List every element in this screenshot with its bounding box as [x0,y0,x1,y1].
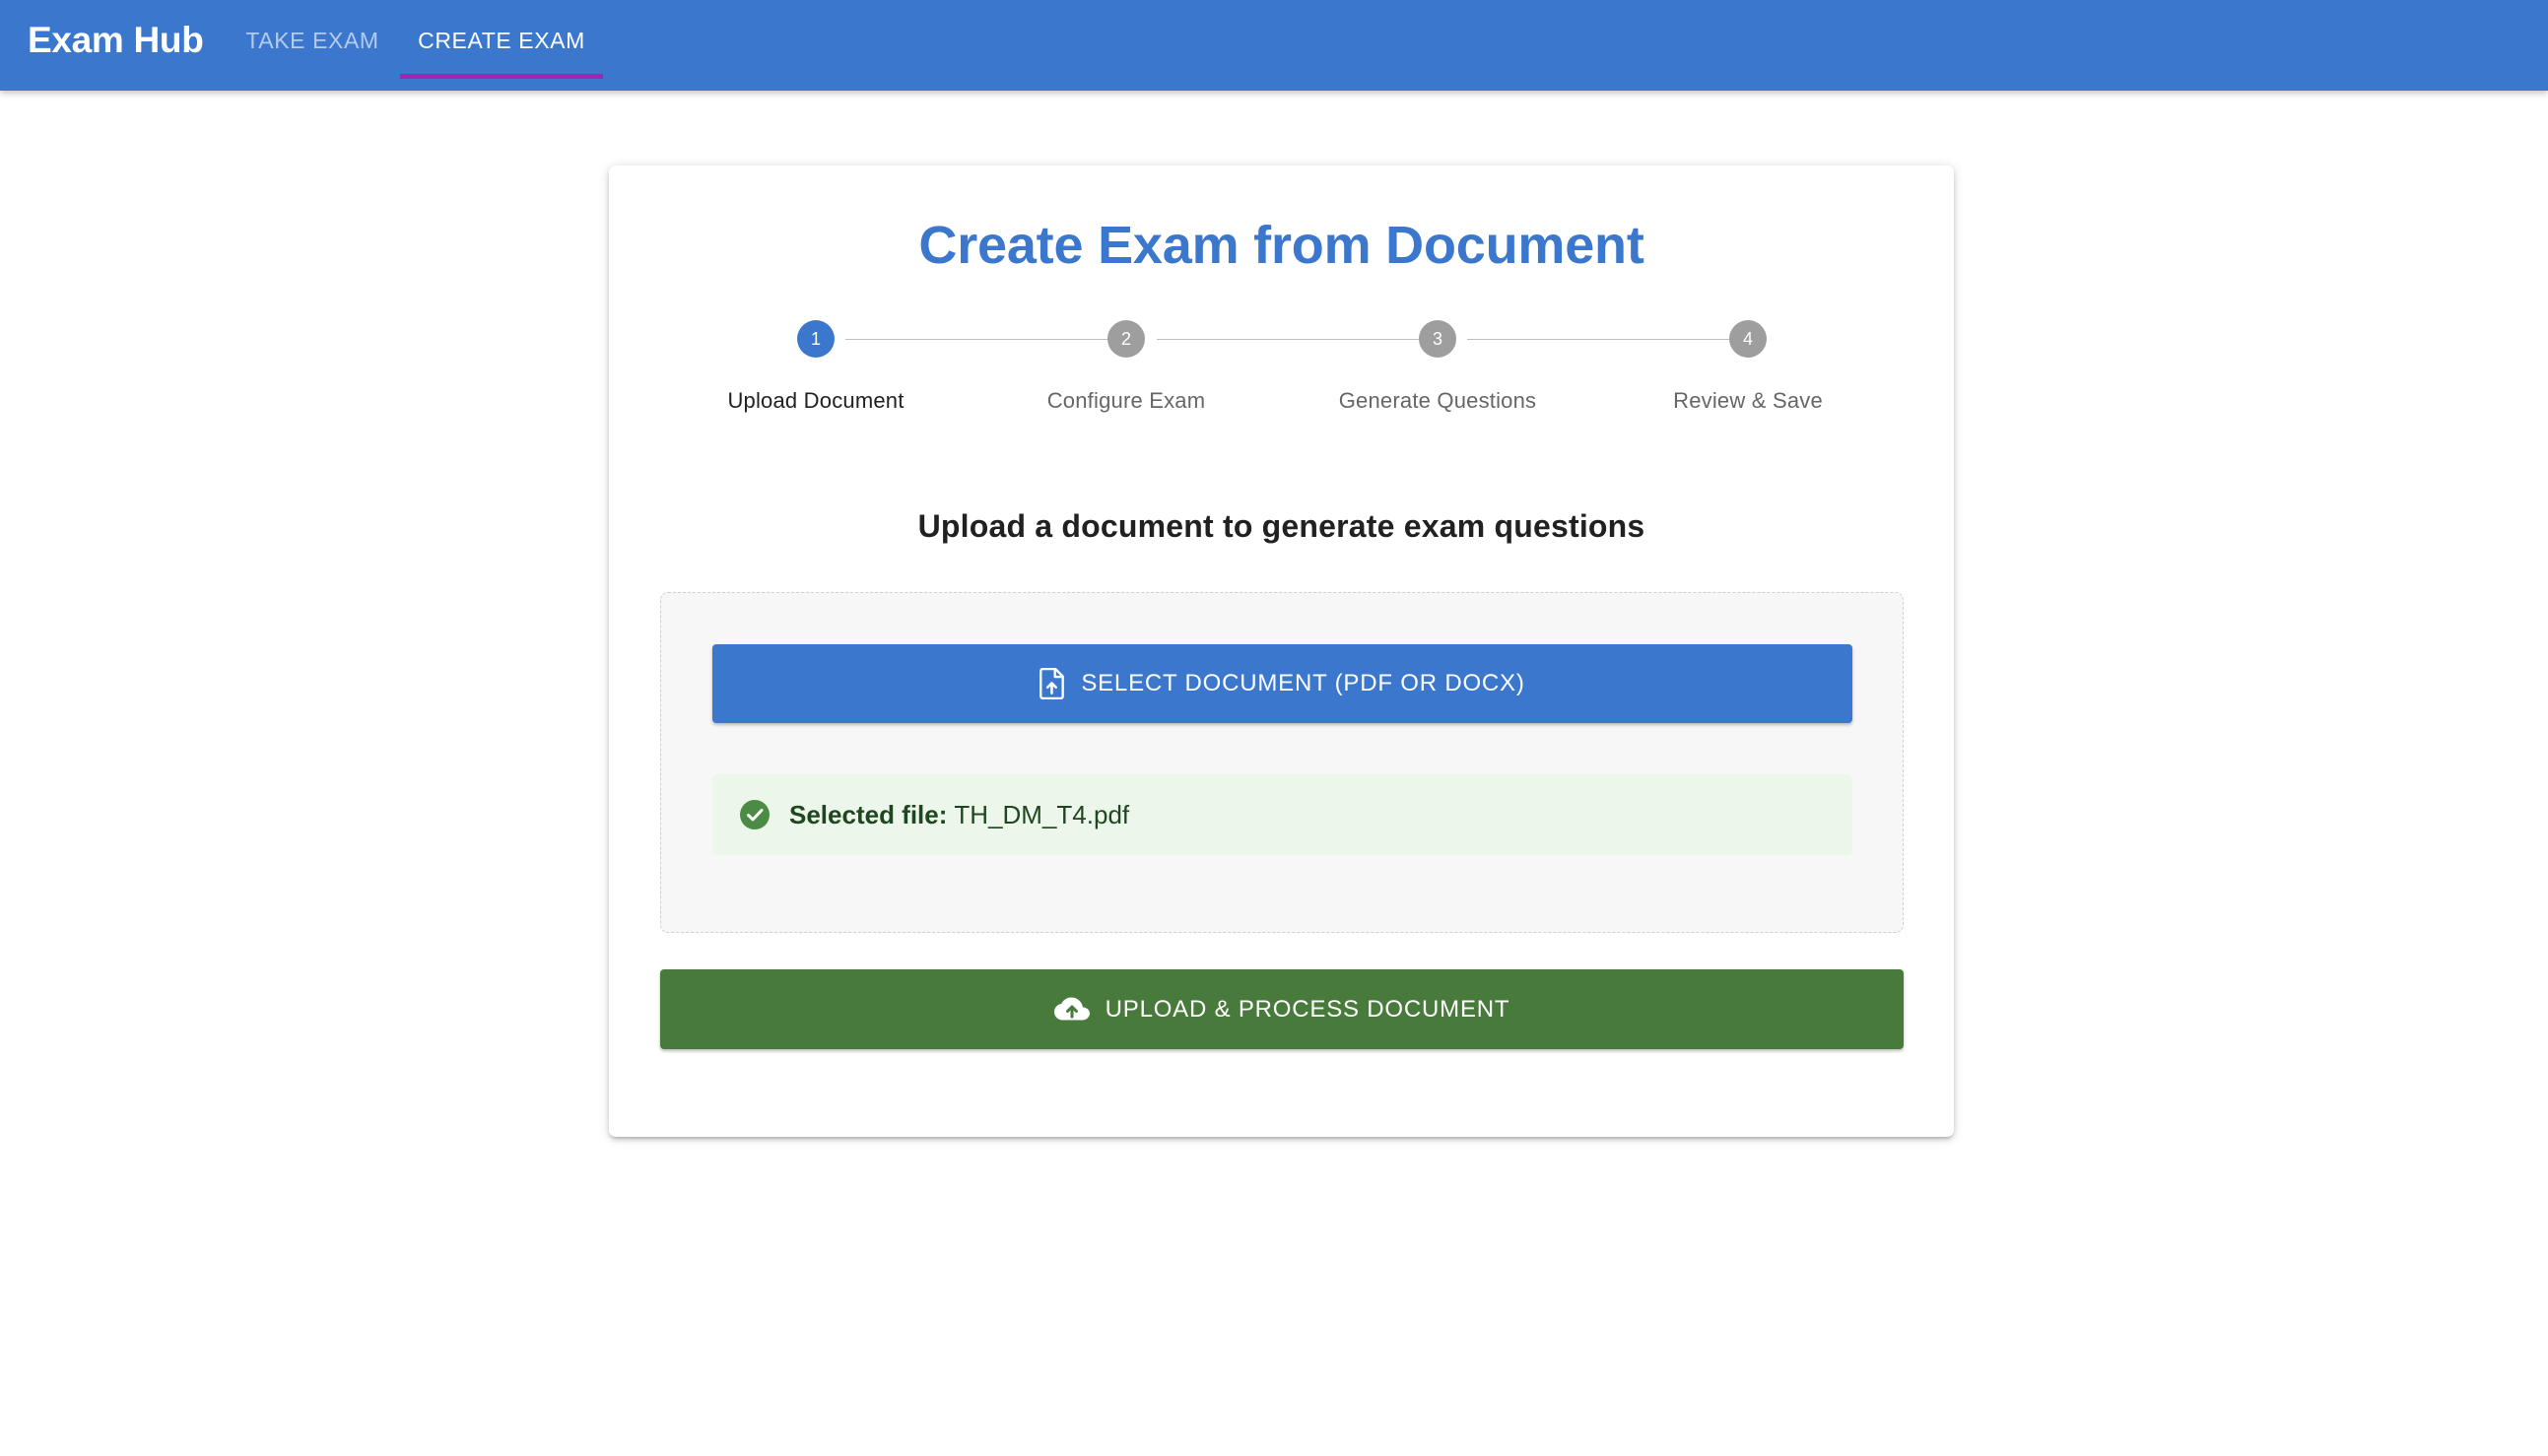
page-title: Create Exam from Document [918,216,1644,275]
app-brand[interactable]: Exam Hub [28,0,204,81]
upload-file-icon [1039,667,1065,700]
select-document-label: SELECT DOCUMENT (PDF OR DOCX) [1081,670,1525,696]
selected-file-label: Selected file: [789,799,948,829]
upload-process-button[interactable]: UPLOAD & PROCESS DOCUMENT [660,969,1904,1049]
selected-file-name: TH_DM_T4.pdf [954,799,1130,829]
upload-process-label: UPLOAD & PROCESS DOCUMENT [1105,995,1510,1023]
step-4-label: Review & Save [1673,388,1823,413]
tab-take-exam[interactable]: TAKE EXAM [229,0,396,79]
step-3-circle: 3 [1419,320,1456,358]
step-connector [1157,339,1429,340]
create-exam-card: Create Exam from Document 1 2 3 4 Upload… [609,165,1954,1137]
step-4-circle: 4 [1729,320,1767,358]
check-circle-icon [740,800,770,829]
step-connector [1467,339,1739,340]
cloud-upload-icon [1053,997,1090,1023]
active-tab-indicator [400,74,603,79]
upload-prompt: Upload a document to generate exam quest… [917,508,1645,544]
tab-create-exam[interactable]: CREATE EXAM [400,0,603,79]
selected-file-alert: Selected file: TH_DM_T4.pdf [712,774,1852,855]
step-1-circle: 1 [797,320,835,358]
upload-dropzone: SELECT DOCUMENT (PDF OR DOCX) Selected f… [660,592,1904,933]
select-document-button[interactable]: SELECT DOCUMENT (PDF OR DOCX) [712,644,1852,723]
step-1-label: Upload Document [727,388,905,413]
app-bar: Exam Hub TAKE EXAM CREATE EXAM [0,0,2548,91]
step-2-label: Configure Exam [1046,388,1206,413]
step-3-label: Generate Questions [1338,388,1537,413]
step-2-circle: 2 [1107,320,1145,358]
step-connector [845,339,1117,340]
